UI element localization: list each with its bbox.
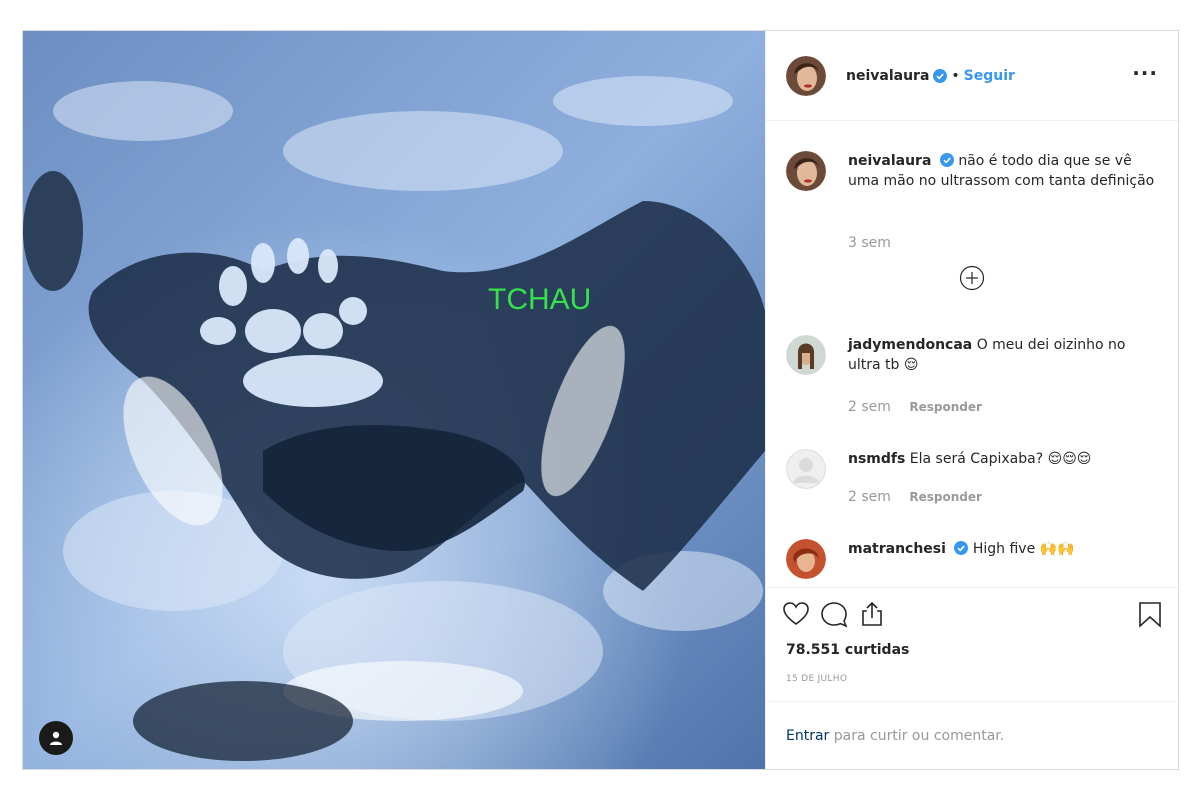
comment-meta: 2 sem Responder — [848, 399, 982, 415]
separator-dot: • — [951, 67, 960, 84]
more-options-icon[interactable]: ··· — [1132, 61, 1158, 85]
author-avatar[interactable] — [786, 55, 826, 96]
login-prompt-text: para curtir ou comentar. — [829, 727, 1005, 744]
comments-list: neivalaura não é todo dia que se vê uma … — [766, 121, 1178, 587]
reply-button[interactable]: Responder — [909, 490, 982, 504]
default-avatar-icon — [786, 449, 826, 489]
post-date: 15 DE JULHO — [786, 674, 848, 684]
comment-username[interactable]: neivalaura — [848, 153, 931, 169]
login-prompt: Entrar para curtir ou comentar. — [766, 701, 1178, 769]
avatar-image — [786, 335, 826, 375]
post-panel: neivalaura • Seguir ··· neivalaura não é… — [765, 31, 1178, 769]
user-tag-icon — [50, 731, 62, 745]
comment-meta: 3 sem — [848, 235, 891, 251]
comment-text: Ela será Capixaba? 😌😌😌 — [909, 451, 1092, 467]
comment-time: 3 sem — [848, 235, 891, 251]
post-header: neivalaura • Seguir ··· — [766, 31, 1178, 121]
overlay-text: TCHAU — [488, 283, 591, 316]
like-count[interactable]: 78.551 curtidas — [786, 642, 909, 658]
post-actions: 78.551 curtidas 15 DE JULHO — [766, 587, 1178, 701]
verified-icon — [939, 153, 954, 167]
comment-avatar[interactable] — [786, 335, 826, 375]
comment-avatar[interactable] — [786, 539, 826, 579]
comment-time: 2 sem — [848, 399, 891, 415]
avatar-image — [786, 151, 826, 191]
avatar-image — [786, 539, 826, 579]
caption-avatar[interactable] — [786, 151, 826, 191]
comment-icon[interactable] — [820, 600, 848, 628]
comment-username[interactable]: jadymendoncaa — [848, 337, 972, 353]
verified-icon — [954, 541, 969, 555]
comment-meta: 2 sem Responder — [848, 489, 982, 505]
avatar-image — [786, 55, 826, 96]
comment-body: matranchesi High five 🙌🙌 — [848, 539, 1158, 559]
ultrasound-image: TCHAU — [23, 31, 765, 769]
comment-body: nsmdfs Ela será Capixaba? 😌😌😌 — [848, 449, 1158, 469]
comment-text: High five 🙌🙌 — [972, 541, 1075, 557]
comment-avatar[interactable] — [786, 449, 826, 489]
bookmark-icon[interactable] — [1136, 600, 1164, 628]
comment-body: jadymendoncaa O meu dei oizinho no ultra… — [848, 335, 1158, 375]
follow-button[interactable]: Seguir — [964, 68, 1015, 84]
login-link[interactable]: Entrar — [786, 728, 829, 744]
load-more-icon[interactable] — [959, 265, 985, 291]
comment-username[interactable]: nsmdfs — [848, 451, 905, 467]
comment-body: neivalaura não é todo dia que se vê uma … — [848, 151, 1158, 191]
share-icon[interactable] — [858, 600, 886, 628]
heart-icon[interactable] — [782, 600, 810, 628]
post-modal: TCHAU neivalaura • Seguir ··· neivalaura… — [22, 30, 1179, 770]
user-tag-button[interactable] — [39, 721, 73, 755]
post-image[interactable]: TCHAU — [23, 31, 765, 769]
reply-button[interactable]: Responder — [909, 400, 982, 414]
verified-icon — [933, 68, 948, 83]
comment-time: 2 sem — [848, 489, 891, 505]
comment-username[interactable]: matranchesi — [848, 541, 946, 557]
author-handle[interactable]: neivalaura — [846, 68, 929, 84]
